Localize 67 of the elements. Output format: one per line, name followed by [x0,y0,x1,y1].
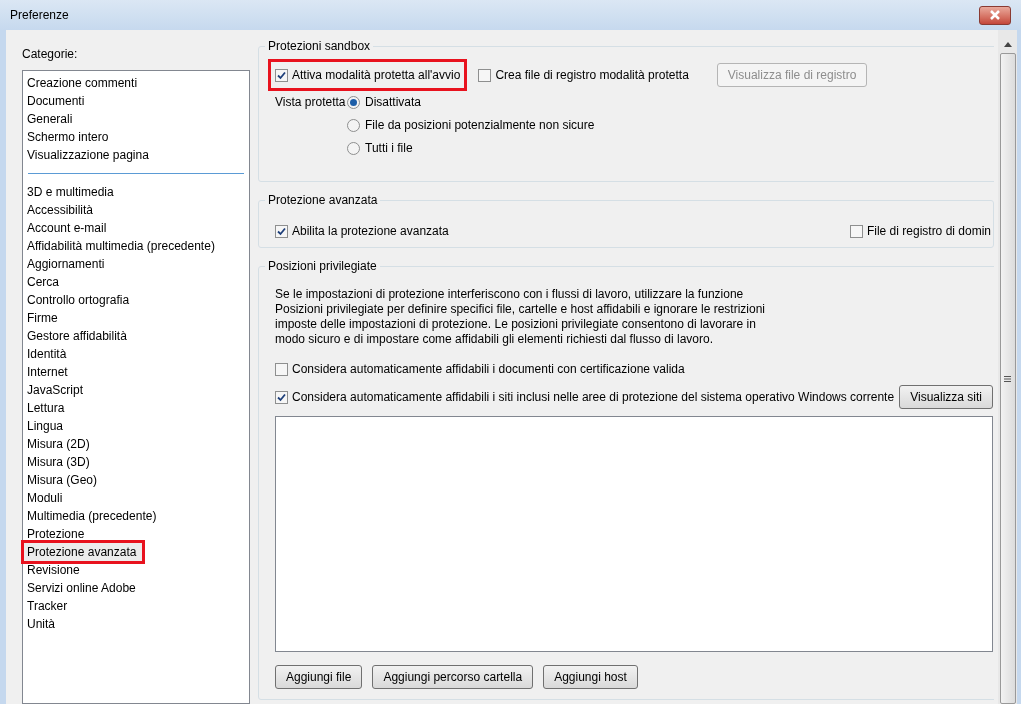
checkbox-label: Crea file di registro modalità protetta [495,67,689,84]
category-item[interactable]: Cerca [24,273,248,291]
radio-label: Disattivata [365,94,422,111]
category-item[interactable]: Documenti [24,92,248,110]
category-item[interactable]: Multimedia (precedente) [24,507,248,525]
category-item[interactable]: Tracker [24,597,248,615]
category-item[interactable]: Gestore affidabilità [24,327,248,345]
push-button[interactable]: Aggiungi file [275,665,363,689]
categories-label: Categorie: [22,46,79,63]
checkbox-label: File di registro di domin [866,223,991,240]
description-text: Se le impostazioni di protezione interferiscono con i flussi di lavoro, utilizzare la funzione Posizioni privilegiate per definire specifici file, cartelle e host affidabili e ignorare le restrizioni imposte delle impostazioni di protezione. Le posizioni privilegiate consentono di lavorare in modo sicuro e di impostare come affidabili gli elementi richiesti dal flusso di lavoro. [275,287,767,347]
checkbox[interactable] [275,224,288,238]
checkbox-label: Attiva modalità protetta all'avvio [292,67,461,84]
window-title: Preferenze [10,7,69,24]
checkbox-row[interactable]: Attiva modalità protetta all'avvio [271,62,465,88]
category-item[interactable]: Account e-mail [24,219,248,237]
category-item[interactable]: Revisione [24,561,248,579]
category-item[interactable]: Creazione commenti [24,74,248,92]
radio-label: Tutti i file [365,140,413,157]
checkbox[interactable] [849,224,863,238]
radio-button[interactable] [347,95,360,109]
up-arrow-icon [1003,42,1012,47]
push-button[interactable]: Aggiungi percorso cartella [372,665,534,689]
category-item[interactable]: Internet [24,363,248,381]
checkbox[interactable] [275,390,288,404]
push-button[interactable]: Aggiungi host [543,665,638,689]
checkmark-icon [277,226,286,236]
checkbox-label: Considera automaticamente affidabili i documenti con certificazione valida [292,361,685,378]
category-item[interactable]: JavaScript [24,381,248,399]
close-icon [989,10,1001,20]
checkmark-icon [277,70,286,80]
category-item[interactable]: Servizi online Adobe [24,579,248,597]
radio-label: File da posizioni potenzialmente non sicure [365,117,595,134]
category-item[interactable]: Moduli [24,489,248,507]
category-item[interactable]: Misura (Geo) [24,471,248,489]
category-item[interactable]: Aggiornamenti [24,255,248,273]
close-button[interactable] [979,5,1011,25]
checkbox[interactable] [275,68,288,82]
category-item[interactable]: Controllo ortografia [24,291,248,309]
category-item[interactable]: Schermo intero [24,128,248,146]
radio-button[interactable] [347,141,360,155]
category-item[interactable]: Protezione avanzata [24,543,143,561]
category-item[interactable]: Firme [24,309,248,327]
group-title: Posizioni privilegiate [265,258,380,274]
checkbox[interactable] [275,362,288,376]
category-item[interactable]: Lettura [24,399,248,417]
protected-view-label: Vista protetta [275,94,347,111]
category-item[interactable]: Misura (2D) [24,435,248,453]
checkbox-label: Considera automaticamente affidabili i siti inclusi nelle aree di protezione del sistema operativo Windows corrente [292,389,895,406]
checkmark-icon [277,392,286,402]
category-item[interactable]: Unità [24,615,248,633]
category-item[interactable]: Identità [24,345,248,363]
category-item[interactable]: Protezione [24,525,248,543]
category-item[interactable]: Visualizzazione pagina [24,146,248,164]
category-item[interactable]: Accessibilità [24,201,248,219]
category-item[interactable]: Affidabilità multimedia (precedente) [24,237,248,255]
category-list[interactable] [22,70,250,704]
category-item[interactable]: Misura (3D) [24,453,248,471]
radio-button[interactable] [347,118,360,132]
checkbox-row[interactable]: Crea file di registro modalità protetta [474,62,693,88]
category-item[interactable]: Lingua [24,417,248,435]
push-button[interactable]: Visualizza siti [899,385,993,409]
category-item[interactable]: Generali [24,110,248,128]
checkbox[interactable] [478,68,492,82]
grip-icon [1004,375,1011,382]
category-item[interactable]: 3D e multimedia [24,183,248,201]
checkbox-label: Abilita la protezione avanzata [292,223,449,240]
